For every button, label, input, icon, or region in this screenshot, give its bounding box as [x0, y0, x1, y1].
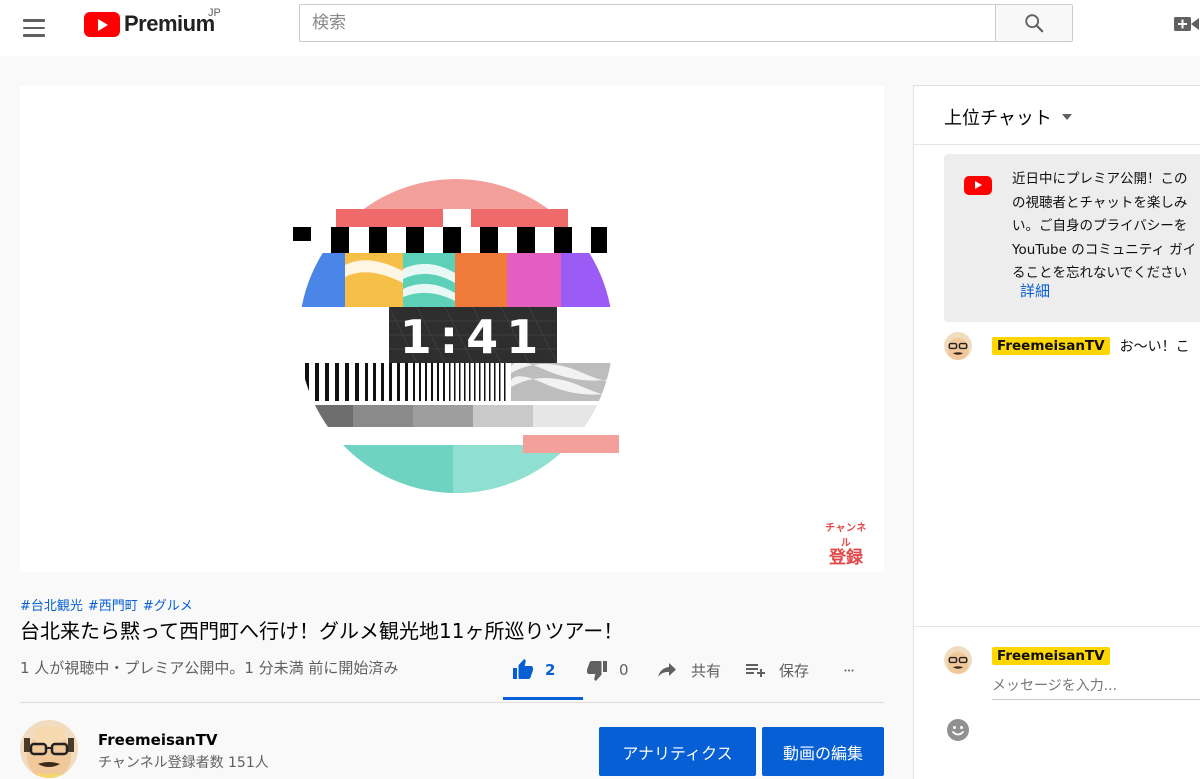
hashtag-link[interactable]: #台北観光 — [20, 595, 83, 614]
view-info: 1 人が視聴中・プレミア公開中。1 分未満 前に開始済み — [20, 659, 399, 677]
composer-avatar — [944, 646, 972, 674]
search-input[interactable] — [300, 5, 996, 41]
channel-avatar[interactable] — [20, 720, 78, 778]
more-horizontal-icon — [844, 669, 854, 672]
youtube-play-icon — [84, 11, 120, 37]
thumbs-down-icon — [587, 661, 607, 681]
divider — [914, 626, 1200, 627]
caret-down-icon — [1061, 114, 1072, 120]
divider — [914, 144, 1200, 145]
chat-message: FreemeisanTV お〜い！こ — [944, 332, 1190, 360]
search-icon — [1025, 14, 1044, 33]
youtube-premium-logo[interactable]: Premium — [84, 11, 215, 37]
hashtag-list: #台北観光 #西門町 #グルメ — [20, 595, 193, 614]
like-button[interactable]: 2 — [503, 650, 563, 690]
premiere-countdown-graphic: 1:41 — [293, 179, 619, 493]
video-actions: 2 0 共有 保存 — [503, 650, 855, 690]
premiere-notice: 近日中にプレミア公開！この の視聴者とチャットを楽しみ い。ご自身のプライバシー… — [944, 154, 1200, 322]
countdown-timer: 1:41 — [400, 310, 546, 364]
subscriber-count: チャンネル登録者数 151人 — [98, 755, 269, 771]
share-button[interactable]: 共有 — [635, 650, 725, 690]
hashtag-link[interactable]: #西門町 — [88, 595, 138, 614]
youtube-play-icon — [964, 176, 992, 195]
watermark-small-text: チャンネル — [825, 523, 867, 549]
like-count: 2 — [545, 661, 556, 679]
subscribe-watermark[interactable]: チャンネル 登録 — [820, 519, 872, 568]
hashtag-link[interactable]: #グルメ — [143, 595, 193, 614]
top-bar: Premium JP — [0, 0, 1200, 56]
hamburger-menu-icon[interactable] — [16, 10, 52, 46]
message-text: お〜い！こ — [1119, 339, 1190, 355]
notice-line: い。ご自身のプライバシーを — [1012, 218, 1188, 234]
emoji-icon[interactable] — [946, 718, 970, 742]
watermark-big-text: 登録 — [829, 548, 863, 568]
chat-message-input[interactable] — [992, 672, 1200, 700]
more-actions-button[interactable] — [825, 650, 855, 690]
composer-author: FreemeisanTV — [992, 647, 1110, 665]
chat-mode-label: 上位チャット — [944, 108, 1052, 129]
analytics-button[interactable]: アナリティクス — [599, 727, 756, 776]
notice-line: の視聴者とチャットを楽しみ — [1012, 194, 1188, 211]
video-player[interactable]: 1:41 チャンネル 登録 — [20, 86, 884, 572]
share-icon — [658, 663, 676, 677]
dislike-button[interactable]: 0 — [563, 650, 635, 690]
chat-mode-dropdown[interactable]: 上位チャット — [944, 104, 1072, 130]
notice-text: 近日中にプレミア公開！この の視聴者とチャットを楽しみ い。ご自身のプライバシー… — [1012, 168, 1200, 286]
video-title: 台北来たら黙って西門町へ行け！グルメ観光地11ヶ所巡りツアー！ — [20, 619, 624, 643]
playlist-add-icon — [746, 664, 765, 677]
live-chat-panel: 上位チャット 近日中にプレミア公開！この の視聴者とチャットを楽しみ い。ご自身… — [913, 85, 1200, 779]
search-box — [299, 4, 996, 42]
dislike-count: 0 — [619, 661, 629, 679]
notice-line: YouTube のコミュニティ ガイ — [1012, 241, 1197, 258]
save-label: 保存 — [779, 661, 810, 680]
save-button[interactable]: 保存 — [725, 650, 825, 690]
create-video-icon[interactable] — [1172, 12, 1200, 36]
channel-name[interactable]: FreemeisanTV — [98, 731, 218, 749]
notice-line: 近日中にプレミア公開！この — [1012, 171, 1188, 187]
message-author[interactable]: FreemeisanTV — [992, 337, 1110, 355]
like-indicator-bar — [503, 697, 583, 700]
message-avatar[interactable] — [944, 332, 972, 360]
learn-more-link[interactable]: 詳細 — [1020, 280, 1050, 301]
divider — [20, 702, 884, 703]
region-code: JP — [208, 7, 221, 19]
share-label: 共有 — [691, 661, 722, 680]
thumbs-up-icon — [513, 659, 533, 679]
search-button[interactable] — [995, 4, 1073, 42]
logo-text: Premium — [124, 11, 215, 36]
edit-video-button[interactable]: 動画の編集 — [762, 727, 884, 776]
